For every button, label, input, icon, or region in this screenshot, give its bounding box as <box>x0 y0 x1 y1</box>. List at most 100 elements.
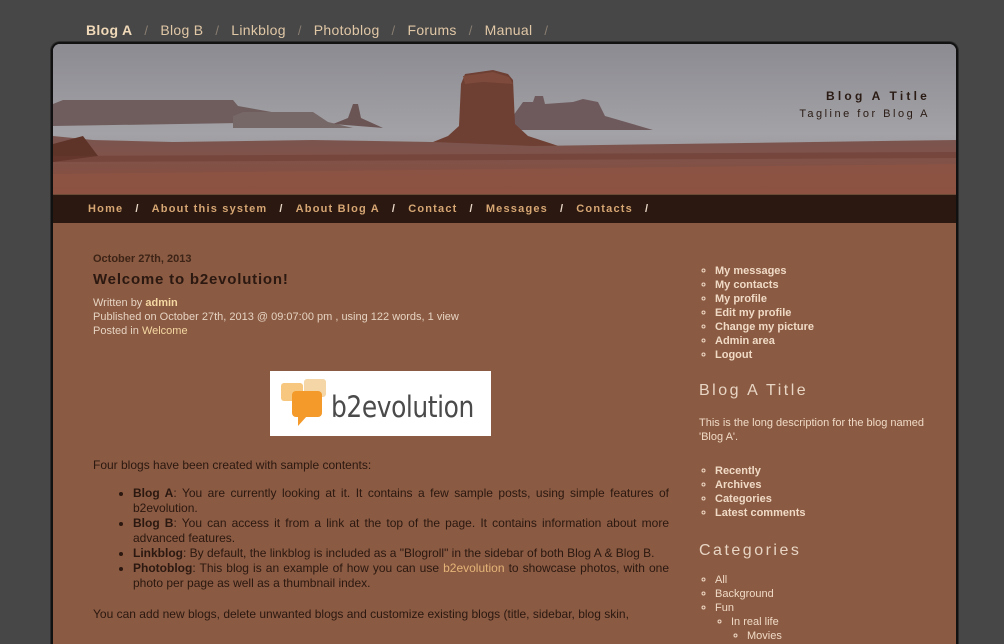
blog-tabs: Blog A / Blog B / Linkblog / Photoblog /… <box>86 22 560 38</box>
categories-list: All Background Fun In real life Movies <box>699 573 929 643</box>
menu-about-system[interactable]: About this system <box>152 203 268 215</box>
menu-separator: / <box>135 203 140 215</box>
post: October 27th, 2013 Welcome to b2evolutio… <box>93 253 669 633</box>
post-author-link[interactable]: admin <box>145 297 177 309</box>
menu-separator: / <box>391 203 397 215</box>
sidebar-item-edit-profile[interactable]: Edit my profile <box>715 306 929 320</box>
b2evolution-link[interactable]: b2evolution <box>443 561 504 575</box>
list-item-title: Blog A <box>133 486 174 500</box>
sidebar-item-my-messages[interactable]: My messages <box>715 264 929 278</box>
category-label[interactable]: Background <box>715 588 774 600</box>
main-menu: Home / About this system / About Blog A … <box>53 194 956 223</box>
sidebar-item-recently[interactable]: Recently <box>715 464 929 478</box>
post-published: Published on October 27th, 2013 @ 09:07:… <box>93 311 459 323</box>
link-label[interactable]: Logout <box>715 349 752 361</box>
link-label[interactable]: Recently <box>715 465 761 477</box>
link-label[interactable]: Edit my profile <box>715 307 791 319</box>
link-label[interactable]: My profile <box>715 293 767 305</box>
tab-separator: / <box>468 22 473 38</box>
tab-separator: / <box>215 22 220 38</box>
link-label[interactable]: Archives <box>715 479 761 491</box>
link-label[interactable]: Categories <box>715 493 772 505</box>
sidebar-item-archives[interactable]: Archives <box>715 478 929 492</box>
sub-categories: In real life Movies <box>715 615 929 643</box>
post-outro: You can add new blogs, delete unwanted b… <box>93 607 629 621</box>
sub-sub-categories: Movies <box>731 629 929 643</box>
tab-linkblog[interactable]: Linkblog <box>231 22 286 38</box>
post-intro: Four blogs have been created with sample… <box>93 458 372 472</box>
blog-tagline: Tagline for Blog A <box>799 108 930 120</box>
tab-separator: / <box>391 22 396 38</box>
category-item[interactable]: Movies <box>747 629 929 643</box>
menu-home[interactable]: Home <box>88 203 123 215</box>
user-links: My messages My contacts My profile Edit … <box>699 264 929 362</box>
post-author-line: Written by admin <box>93 296 669 310</box>
post-date: October 27th, 2013 <box>93 253 192 265</box>
blog-title[interactable]: Blog A Title <box>826 89 930 103</box>
menu-contact[interactable]: Contact <box>408 203 457 215</box>
category-item[interactable]: All <box>715 573 929 587</box>
category-item[interactable]: Background <box>715 587 929 601</box>
list-item-title: Blog B <box>133 516 174 530</box>
sidebar-item-categories[interactable]: Categories <box>715 492 929 506</box>
menu-separator: / <box>469 203 474 215</box>
menu-messages[interactable]: Messages <box>486 203 548 215</box>
link-label[interactable]: Admin area <box>715 335 775 347</box>
list-item-title: Photoblog <box>133 561 193 575</box>
menu-about-blog[interactable]: About Blog A <box>296 203 380 215</box>
category-label[interactable]: In real life <box>731 616 779 628</box>
tab-blog-a[interactable]: Blog A <box>86 22 132 38</box>
list-item-text: : This blog is an example of how you can… <box>192 561 444 575</box>
post-category-link[interactable]: Welcome <box>142 325 188 337</box>
category-label[interactable]: All <box>715 574 727 586</box>
categories-title: Categories <box>699 542 802 559</box>
sidebar-blog-description: This is the long description for the blo… <box>699 417 925 443</box>
list-item: Blog B: You can access it from a link at… <box>133 516 669 546</box>
logo-text: b2evolution <box>331 390 474 424</box>
link-label[interactable]: Latest comments <box>715 507 805 519</box>
sidebar-blog-title: Blog A Title <box>699 382 809 399</box>
tab-separator: / <box>297 22 302 38</box>
tab-separator: / <box>544 22 549 38</box>
post-title[interactable]: Welcome to b2evolution! <box>93 271 669 288</box>
nav-links: Recently Archives Categories Latest comm… <box>699 464 929 520</box>
sidebar-item-my-profile[interactable]: My profile <box>715 292 929 306</box>
tab-photoblog[interactable]: Photoblog <box>314 22 380 38</box>
list-item-title: Linkblog <box>133 546 183 560</box>
category-item[interactable]: Fun In real life Movies <box>715 601 929 643</box>
sidebar: My messages My contacts My profile Edit … <box>699 264 929 643</box>
list-item-text: : By default, the linkblog is included a… <box>183 546 655 560</box>
sidebar-item-logout[interactable]: Logout <box>715 348 929 362</box>
posted-in-label: Posted in <box>93 325 139 337</box>
header-banner: Blog A Title Tagline for Blog A <box>53 44 956 194</box>
sidebar-item-admin-area[interactable]: Admin area <box>715 334 929 348</box>
category-label[interactable]: Movies <box>747 630 782 642</box>
link-label[interactable]: Change my picture <box>715 321 814 333</box>
blog-list: Blog A: You are currently looking at it.… <box>93 486 669 591</box>
link-label[interactable]: My contacts <box>715 279 779 291</box>
sidebar-item-my-contacts[interactable]: My contacts <box>715 278 929 292</box>
menu-separator: / <box>279 203 284 215</box>
post-meta: Written by admin Published on October 27… <box>93 296 669 338</box>
written-by-label: Written by <box>93 297 143 309</box>
category-label[interactable]: Fun <box>715 602 734 614</box>
category-item[interactable]: In real life Movies <box>731 615 929 643</box>
tab-blog-b[interactable]: Blog B <box>160 22 203 38</box>
tab-separator: / <box>144 22 149 38</box>
list-item: Photoblog: This blog is an example of ho… <box>133 561 669 591</box>
menu-contacts[interactable]: Contacts <box>576 203 633 215</box>
list-item-text: : You can access it from a link at the t… <box>133 516 670 545</box>
sidebar-item-latest-comments[interactable]: Latest comments <box>715 506 929 520</box>
list-item-text: : You are currently looking at it. It co… <box>133 486 670 515</box>
menu-separator: / <box>644 203 650 215</box>
menu-separator: / <box>560 203 565 215</box>
tab-manual[interactable]: Manual <box>485 22 533 38</box>
tab-forums[interactable]: Forums <box>407 22 456 38</box>
main-panel: Blog A Title Tagline for Blog A Home / A… <box>51 42 958 644</box>
b2evolution-logo: b2evolution <box>270 371 491 436</box>
link-label[interactable]: My messages <box>715 265 787 277</box>
sidebar-item-change-picture[interactable]: Change my picture <box>715 320 929 334</box>
list-item: Linkblog: By default, the linkblog is in… <box>133 546 669 561</box>
list-item: Blog A: You are currently looking at it.… <box>133 486 669 516</box>
post-category-line: Posted in Welcome <box>93 324 669 338</box>
